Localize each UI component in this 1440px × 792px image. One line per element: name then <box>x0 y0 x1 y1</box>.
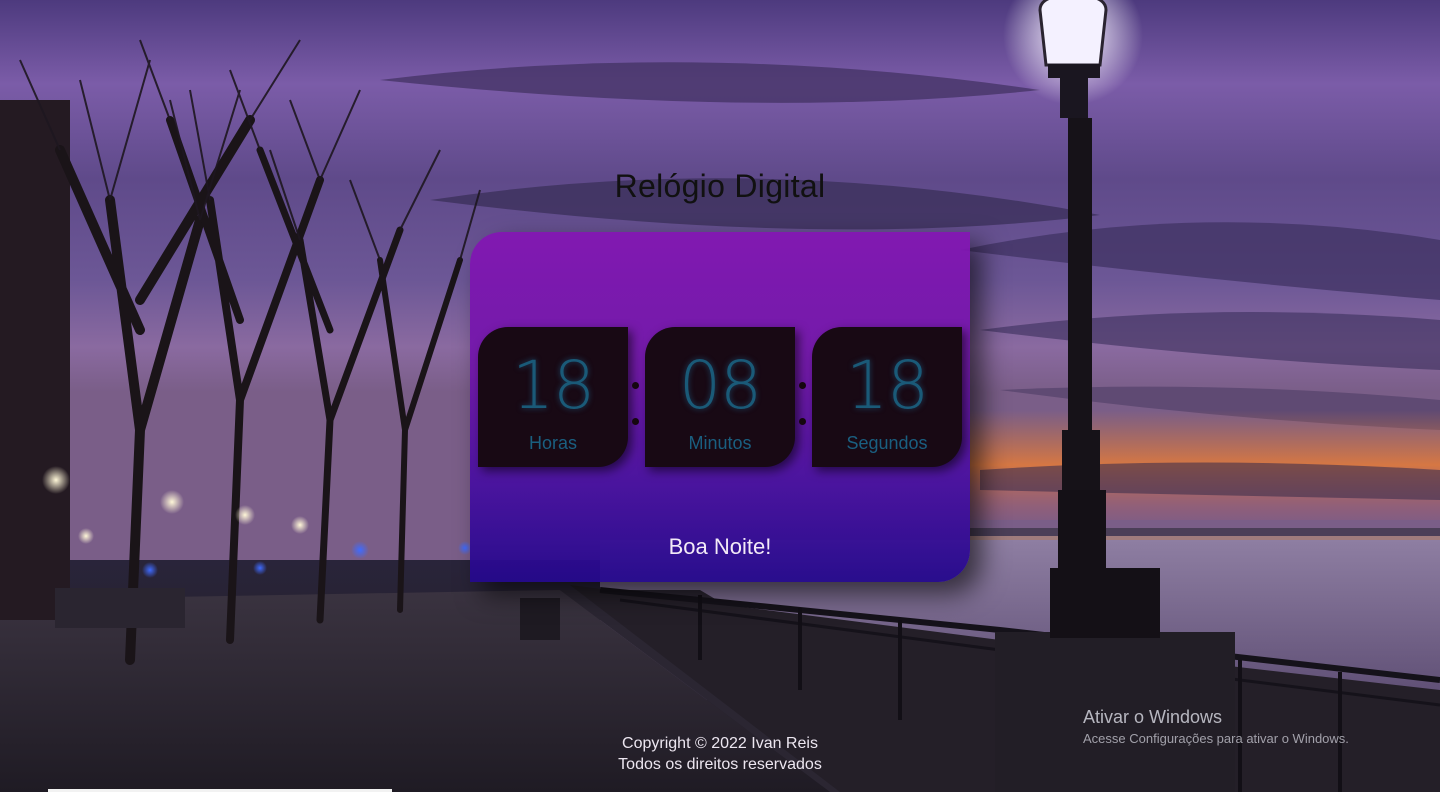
watermark-subtitle: Acesse Configurações para ativar o Windo… <box>1083 731 1349 746</box>
minutes-box: 08 Minutos <box>645 327 795 467</box>
hours-value: 18 <box>512 347 595 424</box>
colon-dot <box>632 382 639 389</box>
colon-dot <box>799 382 806 389</box>
minutes-value: 08 <box>679 347 762 424</box>
separator-colon <box>798 382 806 432</box>
rights-text: Todos os direitos reservados <box>618 756 822 773</box>
hours-box: 18 Horas <box>478 327 628 467</box>
minutes-label: Minutos <box>688 433 752 453</box>
colon-dot <box>632 418 639 425</box>
colon-dot <box>799 418 806 425</box>
greeting-message: Boa Noite! <box>668 534 772 559</box>
seconds-value: 18 <box>846 347 929 424</box>
separator-colon <box>631 382 639 432</box>
seconds-box: 18 Segundos <box>812 327 962 467</box>
seconds-label: Segundos <box>846 433 928 453</box>
page-background: Relógio Digital 18 Horas 08 Minutos 18 S… <box>0 0 1440 792</box>
watermark-title: Ativar o Windows <box>1083 707 1223 727</box>
page-title: Relógio Digital <box>614 168 826 204</box>
hours-label: Horas <box>528 433 577 453</box>
clock-card: 18 Horas 08 Minutos 18 Segundos Boa Noit… <box>470 232 970 582</box>
windows-activation-watermark: Ativar o Windows Acesse Configurações pa… <box>1083 707 1349 746</box>
